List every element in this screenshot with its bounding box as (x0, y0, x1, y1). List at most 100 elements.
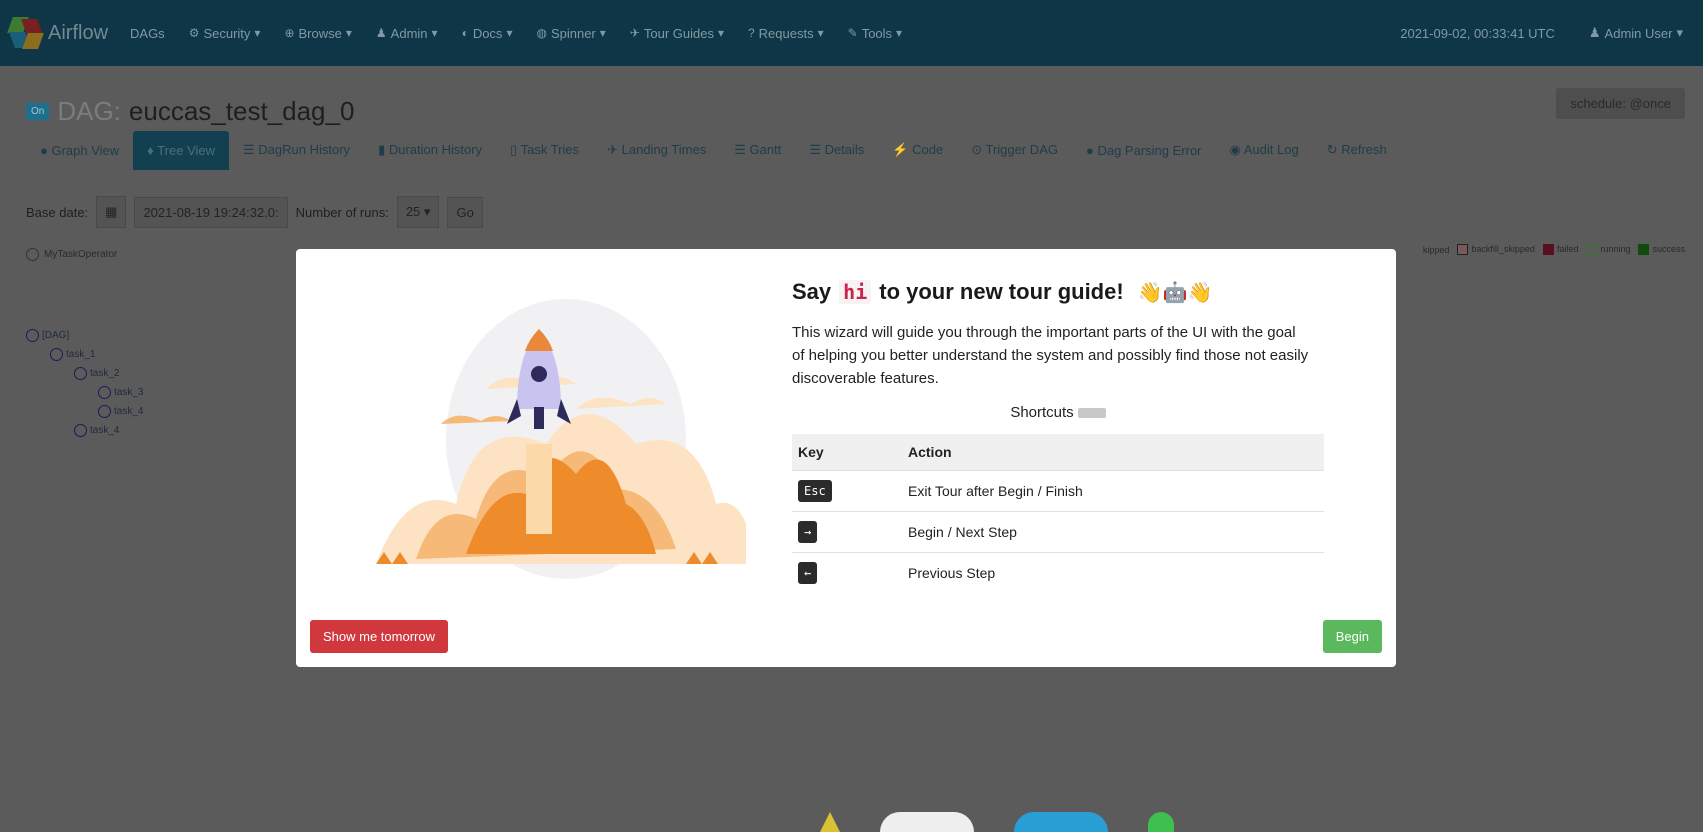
server-time[interactable]: 2021-09-02, 00:33:41 UTC (1400, 26, 1555, 41)
play-circle-icon: ⊙ (971, 142, 983, 157)
chevron-down-icon: ▾ (423, 204, 431, 219)
flash-icon: ⚡ (892, 142, 909, 157)
dock-app-icon[interactable] (1148, 812, 1174, 832)
nav-tools[interactable]: ✎ Tools ▾ (848, 26, 902, 41)
nav-spinner[interactable]: ◍ Spinner ▾ (536, 26, 605, 41)
dag-label: DAG: (57, 96, 121, 126)
dag-toggle[interactable]: On (26, 103, 50, 120)
tab-landing-times[interactable]: ✈ Landing Times (593, 130, 720, 170)
node-circle-icon (98, 386, 111, 399)
base-date-input[interactable]: 2021-08-19 19:24:32.0: (134, 196, 288, 228)
airflow-brand[interactable]: Airflow (7, 17, 108, 49)
legend-item: running (1586, 244, 1631, 256)
user-name: Admin User (1604, 25, 1673, 41)
action-text: Begin / Next Step (902, 511, 1324, 553)
os-dock (820, 812, 1174, 832)
begin-button[interactable]: Begin (1322, 620, 1382, 653)
question-icon: ? (747, 26, 755, 40)
spinner-icon: ◍ (536, 26, 547, 40)
tree-node[interactable]: task_1 (26, 345, 143, 364)
circle-icon: ● (40, 142, 48, 158)
tree-node[interactable]: [DAG] (26, 326, 143, 345)
gantt-icon: ☰ (734, 142, 746, 157)
tab-label: Audit Log (1243, 142, 1299, 157)
caret-down-icon: ▾ (599, 26, 606, 40)
tab-label: Refresh (1341, 142, 1387, 157)
key-esc: Esc (798, 480, 832, 502)
tab-tree-view[interactable]: ♦ Tree View (133, 130, 230, 170)
tab-task-tries[interactable]: ▯ Task Tries (496, 130, 593, 170)
caret-down-icon: ▾ (345, 26, 352, 40)
tab-code[interactable]: ⚡ Code (878, 130, 957, 170)
caret-down-icon: ▾ (817, 26, 824, 40)
calendar-icon[interactable]: ▦ (96, 196, 127, 228)
wrench-icon: ✎ (847, 26, 858, 40)
title-code-hi: hi (839, 280, 872, 304)
legend-label: running (1600, 244, 1631, 254)
dag-view-tabs: ● Graph View ♦ Tree View ☰ DagRun Histor… (26, 130, 1401, 170)
eye-icon: ◉ (1229, 142, 1241, 157)
tab-refresh[interactable]: ↻ Refresh (1313, 130, 1401, 170)
operator-legend: MyTaskOperator (26, 248, 117, 261)
table-row: → Begin / Next Step (792, 511, 1324, 553)
refresh-icon: ↻ (1326, 142, 1338, 157)
globe-icon: ⊕ (284, 26, 295, 40)
plane-icon: ✈ (607, 142, 619, 157)
tab-dagrun-history[interactable]: ☰ DagRun History (229, 130, 364, 170)
dock-app-icon[interactable] (820, 812, 840, 832)
tree-node[interactable]: task_4 (26, 421, 143, 440)
bar-chart-icon: ▮ (378, 142, 386, 157)
nav-tour-guides[interactable]: ✈ Tour Guides ▾ (630, 26, 724, 41)
show-me-tomorrow-button[interactable]: Show me tomorrow (310, 620, 448, 653)
tab-audit-log[interactable]: ◉ Audit Log (1216, 130, 1313, 170)
dag-tree: [DAG] task_1 task_2 task_3 task_4 task_4 (26, 326, 143, 440)
legend-item: backfill_skipped (1457, 244, 1535, 256)
tab-label: Dag Parsing Error (1097, 142, 1202, 158)
nav-docs[interactable]: ◐ Docs ▾ (462, 26, 513, 41)
nav-requests[interactable]: ? Requests ▾ (748, 26, 824, 41)
tab-dag-parsing-error[interactable]: ● Dag Parsing Error (1072, 131, 1216, 170)
tab-gantt[interactable]: ☰ Gantt (720, 130, 795, 170)
tab-trigger-dag[interactable]: ⊙ Trigger DAG (957, 130, 1072, 170)
tree-node[interactable]: task_4 (26, 402, 143, 421)
node-circle-icon (74, 367, 87, 380)
node-circle-icon (74, 424, 87, 437)
nav-admin[interactable]: ♟ Admin ▾ (376, 26, 438, 41)
paper-plane-icon: ✈ (629, 26, 640, 40)
user-menu[interactable]: ♟ Admin User ▾ (1589, 25, 1683, 41)
nav-security[interactable]: ⚙ Security ▾ (189, 26, 261, 41)
legend-swatch (1542, 244, 1554, 256)
caret-down-icon: ▾ (1676, 25, 1683, 40)
operator-name: MyTaskOperator (44, 249, 118, 260)
shortcuts-label: Shortcuts (1010, 404, 1074, 421)
nav-browse[interactable]: ⊕ Browse ▾ (284, 26, 351, 41)
title-rest: to your new tour guide! (879, 279, 1124, 304)
tree-node-label: task_2 (90, 368, 120, 379)
tour-title: Say hi to your new tour guide! 👋🤖👋 (792, 279, 1212, 305)
legend-label: success (1652, 244, 1685, 254)
book-icon: ◐ (461, 26, 469, 40)
dock-app-icon[interactable] (880, 812, 974, 832)
gear-icon: ⚙ (188, 26, 200, 40)
nav-browse-label: Browse (298, 25, 342, 41)
tab-label: DagRun History (258, 142, 351, 157)
node-circle-icon (50, 348, 63, 361)
user-icon: ♟ (1588, 25, 1601, 40)
legend-swatch (1457, 244, 1469, 256)
tab-duration-history[interactable]: ▮ Duration History (364, 130, 496, 170)
nav-dags[interactable]: DAGs (130, 26, 165, 41)
dock-app-icon[interactable] (1014, 812, 1108, 832)
waving-robot-icon: 👋🤖👋 (1137, 281, 1213, 304)
nav-dags-label: DAGs (130, 25, 165, 41)
table-row: Esc Exit Tour after Begin / Finish (792, 470, 1324, 512)
nav-security-label: Security (203, 25, 251, 41)
tree-node-label: [DAG] (42, 330, 70, 341)
tree-node[interactable]: task_3 (26, 383, 143, 402)
tab-label: Duration History (388, 142, 483, 157)
go-button[interactable]: Go (447, 196, 483, 228)
tree-node[interactable]: task_2 (26, 364, 143, 383)
tab-graph-view[interactable]: ● Graph View (26, 131, 133, 170)
tab-details[interactable]: ☰ Details (795, 130, 878, 170)
keyboard-icon (1077, 408, 1106, 419)
runs-select[interactable]: 25 ▾ (396, 196, 440, 228)
